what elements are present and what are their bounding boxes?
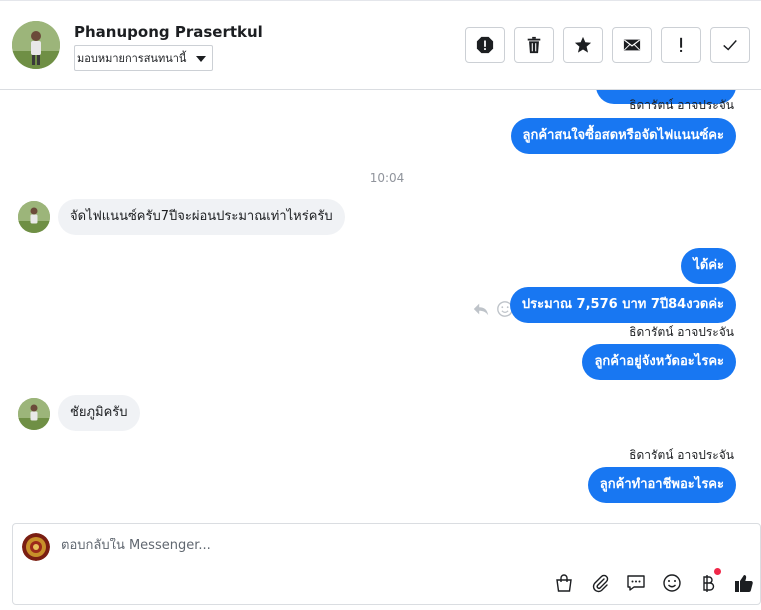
- contact-avatar[interactable]: [12, 21, 60, 69]
- emoji-icon: [663, 574, 681, 592]
- trash-icon: [527, 36, 541, 54]
- mark-spam-button[interactable]: [465, 27, 505, 63]
- payment-button[interactable]: [696, 568, 721, 595]
- spam-icon: [476, 36, 494, 54]
- incoming-message[interactable]: ชัยภูมิครับ: [58, 395, 140, 431]
- assign-conversation-dropdown[interactable]: มอบหมายการสนทนานี้: [74, 45, 214, 71]
- message-hover-tools: [472, 300, 514, 318]
- mark-done-button[interactable]: [710, 27, 750, 63]
- paperclip-icon: [592, 574, 609, 593]
- outgoing-message[interactable]: ได้ค่ะ: [681, 248, 736, 284]
- caret-down-icon: [196, 56, 207, 62]
- contact-avatar-small[interactable]: [18, 201, 50, 233]
- outgoing-message[interactable]: ลูกค้าทำอาชีพอะไรคะ: [587, 467, 736, 503]
- contact-avatar-small[interactable]: [18, 398, 50, 430]
- like-button[interactable]: [732, 571, 756, 595]
- message-list: ธิดารัตน์ อาจประจัน ลูกค้าสนใจซื้อสดหรือ…: [0, 90, 761, 522]
- outgoing-message[interactable]: ลูกค้าสนใจซื้อสดหรือจัดไฟแนนซ์คะ: [510, 118, 736, 154]
- outgoing-message[interactable]: ประมาณ 7,576 บาท 7ปี84งวดค่ะ: [509, 287, 736, 323]
- composer-tools: [552, 568, 756, 595]
- conversation-panel: Phanupong Prasertkul มอบหมายการสนทนานี้: [0, 0, 761, 610]
- emoji-button[interactable]: [660, 571, 684, 595]
- shopping-bag-icon: [556, 574, 572, 592]
- outgoing-message[interactable]: ลูกค้าอยู่จังหวัดอะไรคะ: [582, 344, 736, 380]
- sender-name: ธิดารัตน์ อาจประจัน: [629, 448, 734, 462]
- timestamp: 10:04: [369, 171, 405, 185]
- header-actions: [465, 27, 750, 63]
- reply-composer: [12, 523, 761, 605]
- thumbs-up-icon: [735, 575, 753, 592]
- contact-name[interactable]: Phanupong Prasertkul: [74, 23, 263, 41]
- star-button[interactable]: [563, 27, 603, 63]
- baht-icon: [703, 575, 715, 592]
- chat-bubble-icon: [627, 575, 645, 591]
- incoming-message[interactable]: จัดไฟแนนซ์ครับ7ปีจะผ่อนประมาณเท่าไหร่ครั…: [58, 199, 345, 235]
- reply-input[interactable]: [61, 538, 741, 553]
- page-avatar: [22, 533, 50, 561]
- attach-button[interactable]: [588, 571, 612, 595]
- reply-icon[interactable]: [472, 300, 490, 318]
- assign-label: มอบหมายการสนทนานี้: [77, 52, 187, 65]
- sender-name: ธิดารัตน์ อาจประจัน: [629, 325, 734, 339]
- mark-unread-button[interactable]: [612, 27, 652, 63]
- checkmark-icon: [723, 40, 737, 51]
- saved-replies-button[interactable]: [624, 571, 648, 595]
- sender-name: ธิดารัตน์ อาจประจัน: [629, 98, 734, 112]
- exclamation-icon: [680, 37, 683, 52]
- envelope-icon: [623, 39, 641, 51]
- follow-up-button[interactable]: [661, 27, 701, 63]
- shopping-button[interactable]: [552, 571, 576, 595]
- conversation-header: Phanupong Prasertkul มอบหมายการสนทนานี้: [0, 0, 761, 90]
- delete-button[interactable]: [514, 27, 554, 63]
- star-icon: [574, 36, 592, 53]
- notification-dot: [714, 568, 721, 575]
